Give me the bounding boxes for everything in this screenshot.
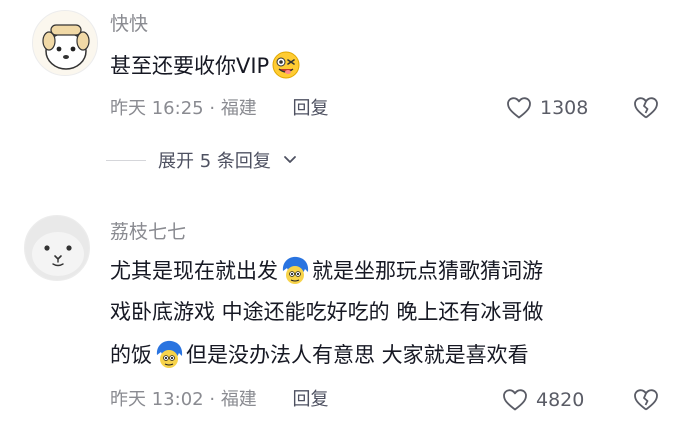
dislike-button[interactable] [633, 388, 659, 416]
location: 福建 [220, 389, 257, 410]
comment-text-segment: 就是坐那玩点猜歌猜词游 [312, 259, 543, 283]
separator-dot: · [209, 98, 216, 119]
comment-text-segment: 尤其是现在就出发 [110, 259, 278, 283]
comment-text-line-2: 戏卧底游戏 中途还能吃好吃的 晚上还有冰哥做 [110, 300, 544, 324]
blue-hair-sticker-emoji-icon [154, 339, 184, 369]
reply-button[interactable]: 回复 [293, 98, 329, 119]
heart-outline-icon [507, 97, 531, 119]
comment-meta: 昨天 13:02 · 福建 回复 [110, 388, 329, 412]
broken-heart-icon [634, 389, 658, 411]
like-button[interactable]: 4820 [502, 388, 584, 412]
comment-text-segment: 的饭 [110, 343, 152, 367]
like-count: 1308 [540, 97, 589, 119]
dislike-button[interactable] [633, 96, 659, 124]
heart-outline-icon [503, 389, 527, 411]
username[interactable]: 荔枝七七 [110, 220, 186, 244]
dog-avatar-icon [25, 216, 89, 280]
comment-text-line-3: 的饭 但是没办法人有意思 大家就是喜欢看 [110, 337, 529, 373]
comment-text-line-1: 尤其是现在就出发 就是坐那玩点猜歌猜词游 [110, 253, 543, 289]
expand-replies-button[interactable]: 展开 5 条回复 [106, 147, 297, 173]
comment-meta: 昨天 16:25 · 福建 回复 [110, 97, 329, 121]
avatar[interactable] [24, 215, 90, 281]
broken-heart-icon [634, 97, 658, 119]
timestamp: 昨天 16:25 [110, 98, 204, 119]
blue-hair-sticker-emoji-icon [280, 255, 310, 285]
comment-1: 快快 甚至还要收你VIP 昨天 16:25 · 福建 回复 1308 展开 5 … [0, 0, 690, 200]
like-button[interactable]: 1308 [506, 96, 588, 120]
comment-2: 荔枝七七 尤其是现在就出发 就是坐那玩点猜歌猜词游 戏卧底游戏 中途还能吃好吃的… [0, 200, 690, 437]
location: 福建 [220, 98, 257, 119]
comment-text-content: 甚至还要收你VIP [110, 54, 270, 78]
expand-replies-label: 展开 5 条回复 [158, 151, 271, 172]
divider-line [106, 159, 146, 161]
grinning-face-emoji-icon [271, 50, 301, 80]
username[interactable]: 快快 [110, 12, 148, 36]
avatar[interactable] [32, 10, 98, 76]
like-count: 4820 [536, 389, 585, 411]
comment-text-segment: 但是没办法人有意思 大家就是喜欢看 [186, 343, 529, 367]
separator-dot: · [209, 389, 216, 410]
comment-text: 甚至还要收你VIP [110, 48, 303, 84]
chevron-down-icon [284, 156, 296, 163]
cartoon-avatar-icon [33, 11, 97, 75]
timestamp: 昨天 13:02 [110, 389, 204, 410]
reply-button[interactable]: 回复 [293, 389, 329, 410]
